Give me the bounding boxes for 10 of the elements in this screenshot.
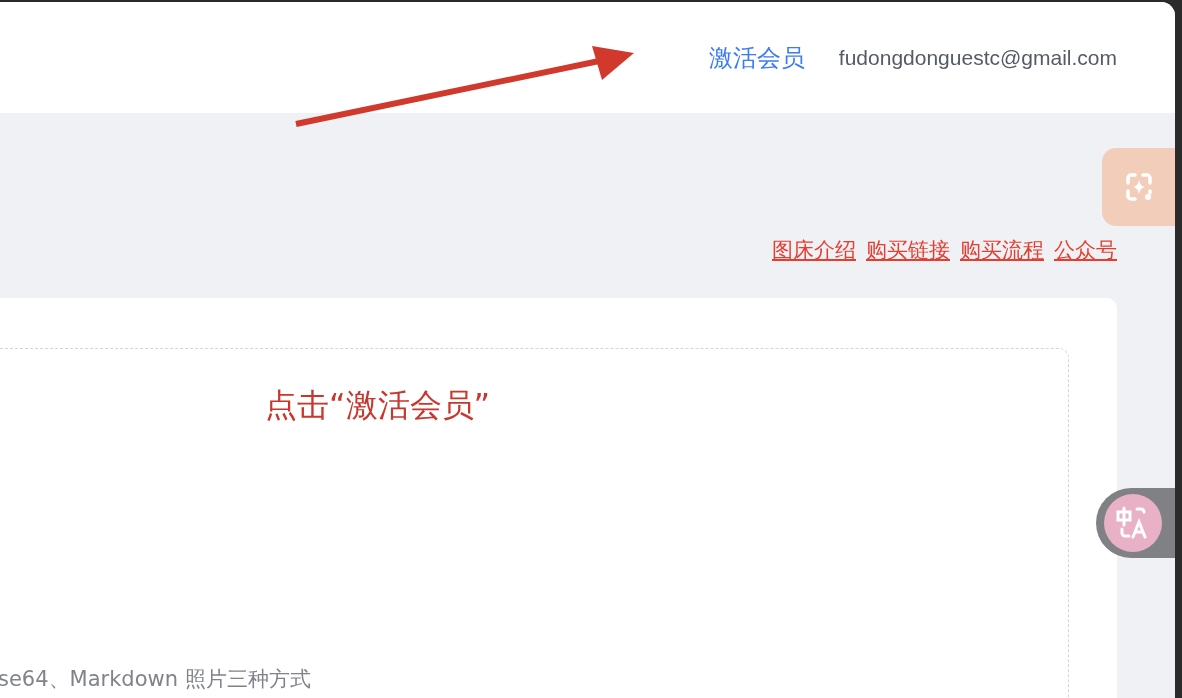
account-email: fudongdonguestc@gmail.com [838, 45, 1117, 70]
nav-link[interactable]: 购买链接 [866, 237, 950, 263]
nav-link[interactable]: 图床介绍 [772, 237, 856, 263]
annotation-text: 点击“激活会员” [264, 385, 492, 426]
nav-link[interactable]: 购买流程 [960, 237, 1044, 263]
upload-hint: se64、Markdown 照片三种方式 [0, 666, 311, 693]
nav-link[interactable]: 公众号 [1054, 237, 1117, 263]
upload-drop-zone[interactable]: 点击“激活会员” se64、Markdown 照片三种方式 [0, 348, 1069, 698]
activate-membership-link[interactable]: 激活会员 [708, 41, 805, 74]
translate-button[interactable] [1096, 488, 1175, 558]
